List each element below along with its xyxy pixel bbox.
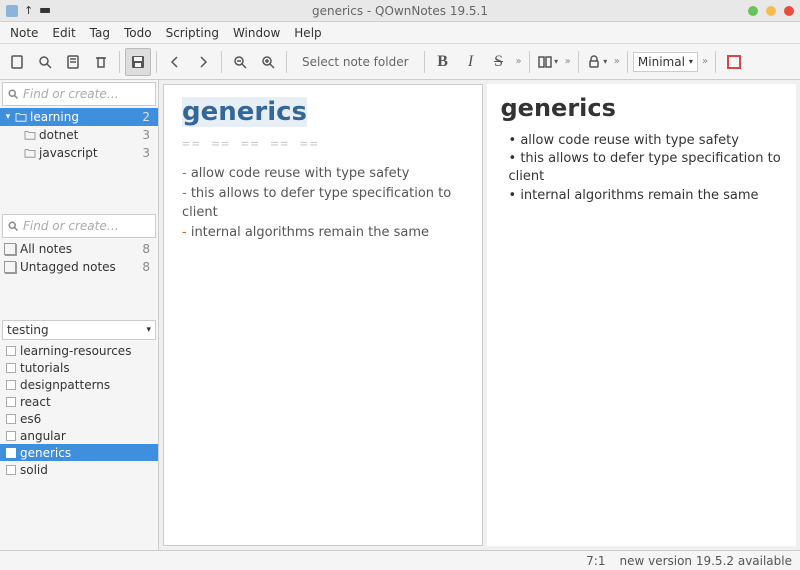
note-item-learning-resources[interactable]: learning-resources — [0, 342, 158, 359]
editor-title: generics — [182, 97, 307, 127]
note-stack-icon — [4, 243, 16, 255]
preview-item: this allows to defer type specification … — [509, 150, 783, 186]
bold-button[interactable]: B — [430, 48, 456, 76]
chevron-down-icon: ▾ — [146, 325, 151, 335]
folder-icon — [24, 148, 36, 158]
delete-button[interactable] — [88, 48, 114, 76]
close-button[interactable] — [784, 6, 794, 16]
menu-scripting[interactable]: Scripting — [160, 24, 225, 42]
note-icon — [6, 465, 16, 475]
status-message: new version 19.5.2 available — [619, 554, 792, 568]
maximize-button[interactable] — [766, 6, 776, 16]
zoom-in-button[interactable] — [255, 48, 281, 76]
menu-window[interactable]: Window — [227, 24, 286, 42]
window-title: generics - QOwnNotes 19.5.1 — [0, 4, 800, 18]
note-icon — [6, 448, 16, 458]
note-item-generics[interactable]: generics — [0, 444, 158, 461]
lock-more[interactable]: » — [612, 56, 622, 67]
menu-tag[interactable]: Tag — [84, 24, 116, 42]
main-area: Find or create… ▾ learning 2 dotnet 3 ja… — [0, 80, 800, 550]
format-more[interactable]: » — [514, 56, 524, 67]
tag-select[interactable]: testing ▾ — [2, 320, 156, 340]
titlebar: ↑ ▪▪ generics - QOwnNotes 19.5.1 — [0, 0, 800, 22]
up-icon[interactable]: ↑ — [24, 4, 33, 17]
editor-pane[interactable]: generics == == == == == - allow code reu… — [163, 84, 483, 546]
note-icon — [6, 414, 16, 424]
filter-untagged[interactable]: Untagged notes 8 — [0, 258, 158, 276]
back-button[interactable] — [162, 48, 188, 76]
folder-search-input[interactable]: Find or create… — [2, 82, 156, 106]
save-button[interactable] — [125, 48, 151, 76]
disclosure-icon[interactable]: ▾ — [4, 112, 12, 122]
note-item-angular[interactable]: angular — [0, 427, 158, 444]
folder-javascript[interactable]: javascript 3 — [0, 144, 158, 162]
forward-button[interactable] — [190, 48, 216, 76]
preview-title: generics — [501, 94, 783, 122]
editor-line: - internal algorithms remain the same — [182, 223, 464, 243]
note-item-react[interactable]: react — [0, 393, 158, 410]
note-list: learning-resourcestutorialsdesignpattern… — [0, 342, 158, 550]
app-icon — [6, 5, 18, 17]
preview-pane: generics allow code reuse with type safe… — [487, 84, 797, 546]
panel-button[interactable]: ▾ — [535, 48, 561, 76]
editor-line: - this allows to defer type specificatio… — [182, 184, 464, 223]
folder-icon — [15, 112, 27, 122]
zoom-out-button[interactable] — [227, 48, 253, 76]
note-icon — [6, 346, 16, 356]
note-icon — [6, 363, 16, 373]
strike-button[interactable]: S — [486, 48, 512, 76]
search-button[interactable] — [32, 48, 58, 76]
panel-more[interactable]: » — [563, 56, 573, 67]
edit-button[interactable] — [60, 48, 86, 76]
style-more[interactable]: » — [700, 56, 710, 67]
sidebar: Find or create… ▾ learning 2 dotnet 3 ja… — [0, 80, 159, 550]
note-search-input[interactable]: Find or create… — [2, 214, 156, 238]
note-item-tutorials[interactable]: tutorials — [0, 359, 158, 376]
lock-button[interactable]: ▾ — [584, 48, 610, 76]
style-select[interactable]: Minimal▾ — [633, 52, 698, 72]
preview-item: internal algorithms remain the same — [509, 187, 783, 205]
menubar: Note Edit Tag Todo Scripting Window Help — [0, 22, 800, 44]
preview-item: allow code reuse with type safety — [509, 132, 783, 150]
note-item-es6[interactable]: es6 — [0, 410, 158, 427]
menu-todo[interactable]: Todo — [118, 24, 158, 42]
editor-line: - allow code reuse with type safety — [182, 164, 464, 184]
note-icon — [6, 380, 16, 390]
preview-list: allow code reuse with type safetythis al… — [501, 132, 783, 205]
note-stack-icon — [4, 261, 16, 273]
cursor-position: 7:1 — [586, 554, 605, 568]
folder-dotnet[interactable]: dotnet 3 — [0, 126, 158, 144]
new-note-button[interactable] — [4, 48, 30, 76]
note-icon — [6, 397, 16, 407]
italic-button[interactable]: I — [458, 48, 484, 76]
folder-select-label[interactable]: Select note folder — [292, 55, 419, 69]
note-item-designpatterns[interactable]: designpatterns — [0, 376, 158, 393]
minimize-button[interactable] — [748, 6, 758, 16]
folder-icon — [24, 130, 36, 140]
distraction-free-button[interactable] — [721, 48, 747, 76]
note-icon — [6, 431, 16, 441]
grid-icon[interactable]: ▪▪ — [39, 5, 49, 16]
filter-all-notes[interactable]: All notes 8 — [0, 240, 158, 258]
menu-edit[interactable]: Edit — [46, 24, 81, 42]
editor-rule: == == == == == — [182, 137, 464, 152]
menu-note[interactable]: Note — [4, 24, 44, 42]
menu-help[interactable]: Help — [288, 24, 327, 42]
content-area: generics == == == == == - allow code reu… — [159, 80, 800, 550]
toolbar: Select note folder B I S » ▾ » ▾ » Minim… — [0, 44, 800, 80]
folder-tree: ▾ learning 2 dotnet 3 javascript 3 — [0, 108, 158, 162]
folder-learning[interactable]: ▾ learning 2 — [0, 108, 158, 126]
statusbar: 7:1 new version 19.5.2 available — [0, 550, 800, 570]
note-item-solid[interactable]: solid — [0, 461, 158, 478]
